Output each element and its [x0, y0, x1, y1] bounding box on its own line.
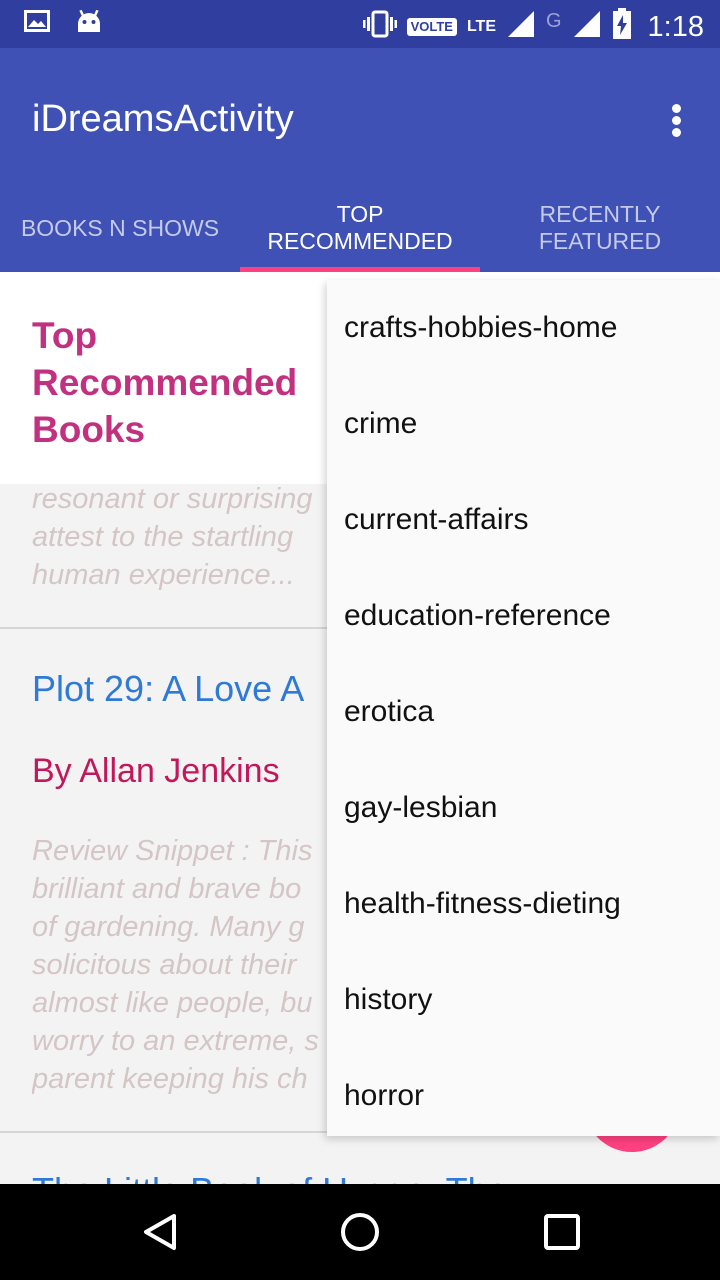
- navigation-bar: [0, 1184, 720, 1280]
- book-title[interactable]: Plot 29: A Love A: [32, 668, 304, 710]
- app-bar: iDreamsActivity BOOKS N SHOWS TOP RECOMM…: [0, 48, 720, 272]
- tab-label: BOOKS N SHOWS: [20, 214, 220, 241]
- clock: 1:18: [647, 10, 704, 43]
- menu-item-health-fitness-dieting[interactable]: health-fitness-dieting: [327, 856, 720, 952]
- recents-icon[interactable]: [540, 1210, 584, 1254]
- category-dropdown-menu: crafts-hobbies-home crime current-affair…: [327, 280, 720, 1136]
- app-title: iDreamsActivity: [32, 98, 294, 140]
- network-secondary: G: [545, 10, 562, 32]
- menu-item-current-affairs[interactable]: current-affairs: [327, 472, 720, 568]
- tab-label: TOP RECOMMENDED: [267, 201, 453, 254]
- menu-item-horror[interactable]: horror: [327, 1048, 720, 1144]
- section-title: Top Recommended Books: [32, 315, 298, 450]
- signal-icon: [506, 9, 536, 44]
- tab-recently-featured[interactable]: RECENTLY FEATURED: [480, 180, 720, 272]
- book-title[interactable]: The Little Book of Hygge: The: [32, 1170, 508, 1184]
- status-bar: VOLTE LTE G 1:18: [0, 0, 720, 48]
- book-author: By Allan Jenkins: [32, 752, 280, 790]
- menu-item-crime[interactable]: crime: [327, 376, 720, 472]
- signal-icon: [572, 9, 602, 44]
- tab-top-recommended[interactable]: TOP RECOMMENDED: [240, 180, 480, 272]
- network-type: LTE: [466, 17, 496, 35]
- tab-books-n-shows[interactable]: BOOKS N SHOWS: [0, 180, 240, 272]
- menu-item-erotica[interactable]: erotica: [327, 664, 720, 760]
- back-icon[interactable]: [138, 1210, 182, 1254]
- tab-label: RECENTLY FEATURED: [538, 201, 662, 254]
- menu-item-education-reference[interactable]: education-reference: [327, 568, 720, 664]
- battery-charging-icon: [612, 8, 632, 45]
- vibrate-icon: [362, 10, 397, 43]
- menu-item-crafts-hobbies-home[interactable]: crafts-hobbies-home: [327, 280, 720, 376]
- gallery-icon: [24, 10, 50, 41]
- menu-item-history[interactable]: history: [327, 952, 720, 1048]
- tab-bar: BOOKS N SHOWS TOP RECOMMENDED RECENTLY F…: [0, 180, 720, 272]
- volte-badge: VOLTE: [406, 17, 457, 36]
- menu-item-gay-lesbian[interactable]: gay-lesbian: [327, 760, 720, 856]
- overflow-menu-icon[interactable]: [664, 104, 688, 138]
- home-icon[interactable]: [338, 1210, 382, 1254]
- android-icon: [76, 9, 102, 41]
- screen: VOLTE LTE G 1:18 iDreamsActivity BOOKS N…: [0, 0, 720, 1280]
